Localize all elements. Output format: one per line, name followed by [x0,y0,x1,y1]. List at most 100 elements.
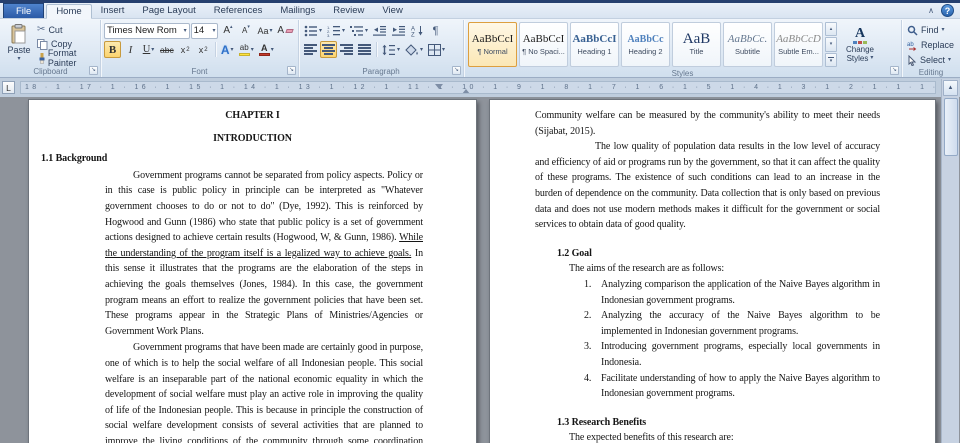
vertical-scrollbar[interactable]: ▲ [941,79,959,443]
highlight-button[interactable]: ab ▾ [237,41,256,58]
chevron-down-icon: ▾ [250,46,254,53]
bold-button[interactable]: B [104,41,121,58]
superscript-button[interactable]: x2 [195,41,212,58]
chevron-down-icon: ▾ [270,46,274,53]
styles-scroll-up-button[interactable]: ▴ [825,22,837,37]
help-icon[interactable]: ? [941,4,954,17]
tab-references[interactable]: References [205,3,272,18]
tab-page-layout[interactable]: Page Layout [133,3,204,18]
shading-button[interactable]: ▾ [403,41,425,58]
paragraph-2[interactable]: Government programs that have been made … [105,340,423,443]
horizontal-ruler[interactable]: 18 · 1 · 17 · 1 · 16 · 1 · 15 · 1 · 14 ·… [20,81,936,94]
change-case-button[interactable]: Aa ▾ [255,22,274,39]
decrease-indent-button[interactable] [371,22,389,39]
section-heading-1-3[interactable]: 1.3 Research Benefits [557,415,935,431]
ruler-marks: 18 · 1 · 17 · 1 · 16 · 1 · 15 · 1 · 14 ·… [25,84,935,91]
copy-icon [37,38,48,50]
tab-review[interactable]: Review [324,3,373,18]
tab-home[interactable]: Home [46,4,92,19]
goal-item-2[interactable]: 2. Analyzing the accuracy of the Naive Ba… [584,308,880,339]
underline-button[interactable]: U ▾ [140,41,157,58]
paste-button[interactable]: Paste ▾ [4,21,34,65]
goals-intro[interactable]: The aims of the research are as follows: [569,261,935,277]
svg-text:Z: Z [411,32,415,37]
align-right-button[interactable] [338,41,355,58]
style-title[interactable]: AaB Title [672,22,721,67]
replace-button[interactable]: ab Replace [905,38,957,52]
font-family-select[interactable]: Times New Rom ▾ [104,22,190,39]
font-size-select[interactable]: 14 ▾ [190,22,219,39]
tab-mailings[interactable]: Mailings [271,3,324,18]
style-normal[interactable]: AaBbCcI ¶ Normal [468,22,517,67]
paragraph-1[interactable]: Government programs cannot be separated … [105,168,423,340]
section-heading-1-2[interactable]: 1.2 Goal [557,246,935,262]
goal-item-1[interactable]: 1. Analyzing comparison the application o… [584,277,880,308]
page-1[interactable]: CHAPTER I INTRODUCTION 1.1 Background Go… [28,99,477,443]
text-effects-button[interactable]: A ▾ [219,41,236,58]
borders-button[interactable]: ▾ [426,41,447,58]
font-dialog-launcher-icon[interactable]: ↘ [287,66,296,75]
chapter-heading[interactable]: CHAPTER I [29,108,476,124]
style-heading-1[interactable]: AaBbCcI Heading 1 [570,22,619,67]
find-button[interactable]: Find ▾ [905,23,957,37]
font-color-button[interactable]: A ▾ [257,41,276,58]
tab-view[interactable]: View [373,3,411,18]
style-subtle-emphasis[interactable]: AaBbCcD Subtle Em... [774,22,823,67]
strikethrough-button[interactable]: abc [158,41,176,58]
grow-font-icon: A [223,25,231,36]
clear-formatting-button[interactable]: A [275,22,295,39]
align-center-icon [322,44,335,55]
scrollbar-up-button[interactable]: ▲ [943,80,958,96]
paragraph-3[interactable]: Community welfare can be measured by the… [535,108,880,139]
shading-icon [405,43,418,56]
align-left-button[interactable] [302,41,319,58]
sort-button[interactable]: AZ [409,22,426,39]
justify-button[interactable] [356,41,373,58]
goal-item-4[interactable]: 4. Facilitate understanding of how to app… [584,371,880,402]
align-right-icon [340,44,353,55]
benefits-intro[interactable]: The expected benefits of this research a… [569,430,935,443]
paragraph-4[interactable]: The low quality of population data resul… [535,139,880,233]
chevron-up-icon: ▴ [230,24,233,30]
style-preview: AaBbCcD [776,33,821,45]
numbering-button[interactable]: 1. 2. 3. ▾ [325,22,347,39]
hanging-indent-marker[interactable] [462,89,470,93]
increase-indent-button[interactable] [390,22,408,39]
select-button[interactable]: Select ▾ [905,53,957,67]
file-tab[interactable]: File [3,3,45,18]
section-heading-1-1[interactable]: 1.1 Background [41,151,476,167]
clipboard-dialog-launcher-icon[interactable]: ↘ [89,66,98,75]
italic-button[interactable]: I [122,41,139,58]
subscript-button[interactable]: x2 [177,41,194,58]
line-spacing-button[interactable]: ▾ [380,41,402,58]
first-line-indent-marker[interactable] [435,84,443,89]
bullets-button[interactable]: ▾ [302,22,324,39]
font-group: Times New Rom ▾ 14 ▾ A ▴ A ▾ Aa ▾ A B I U ▾ [101,20,299,77]
tab-insert[interactable]: Insert [92,3,134,18]
intro-heading[interactable]: INTRODUCTION [29,131,476,147]
shrink-font-button[interactable]: A ▾ [237,22,254,39]
multilevel-list-button[interactable]: ▾ [348,22,370,39]
goal-item-3[interactable]: 3. Introducing government programs, espec… [584,339,880,370]
paragraph-dialog-launcher-icon[interactable]: ↘ [452,66,461,75]
clipboard-group: Paste ▾ ✂ Cut Copy Format Painter Clipbo… [1,20,101,77]
style-heading-2[interactable]: AaBbCc Heading 2 [621,22,670,67]
goal-number: 1. [584,278,592,290]
collapse-ribbon-icon[interactable]: ∧ [928,6,934,15]
page-2[interactable]: Community welfare can be measured by the… [489,99,936,443]
styles-scroll-down-button[interactable]: ▾ [825,37,837,52]
styles-dialog-launcher-icon[interactable]: ↘ [890,66,899,75]
align-center-button[interactable] [320,41,337,58]
styles-more-button[interactable]: ▾ [825,52,837,67]
format-painter-button[interactable]: Format Painter [34,48,97,68]
style-subtitle[interactable]: AaBbCc. Subtitle [723,22,772,67]
style-no-spacing[interactable]: AaBbCcI ¶ No Spaci... [519,22,568,67]
tab-stop-selector[interactable]: L [2,81,15,94]
cut-button[interactable]: ✂ Cut [34,23,97,37]
scrollbar-thumb[interactable] [944,98,958,156]
chevron-down-icon: ▾ [420,46,424,53]
change-styles-button[interactable]: A Change Styles ▾ [839,26,881,63]
increase-indent-icon [392,25,406,36]
show-paragraph-marks-button[interactable]: ¶ [427,22,444,39]
grow-font-button[interactable]: A ▴ [219,22,236,39]
